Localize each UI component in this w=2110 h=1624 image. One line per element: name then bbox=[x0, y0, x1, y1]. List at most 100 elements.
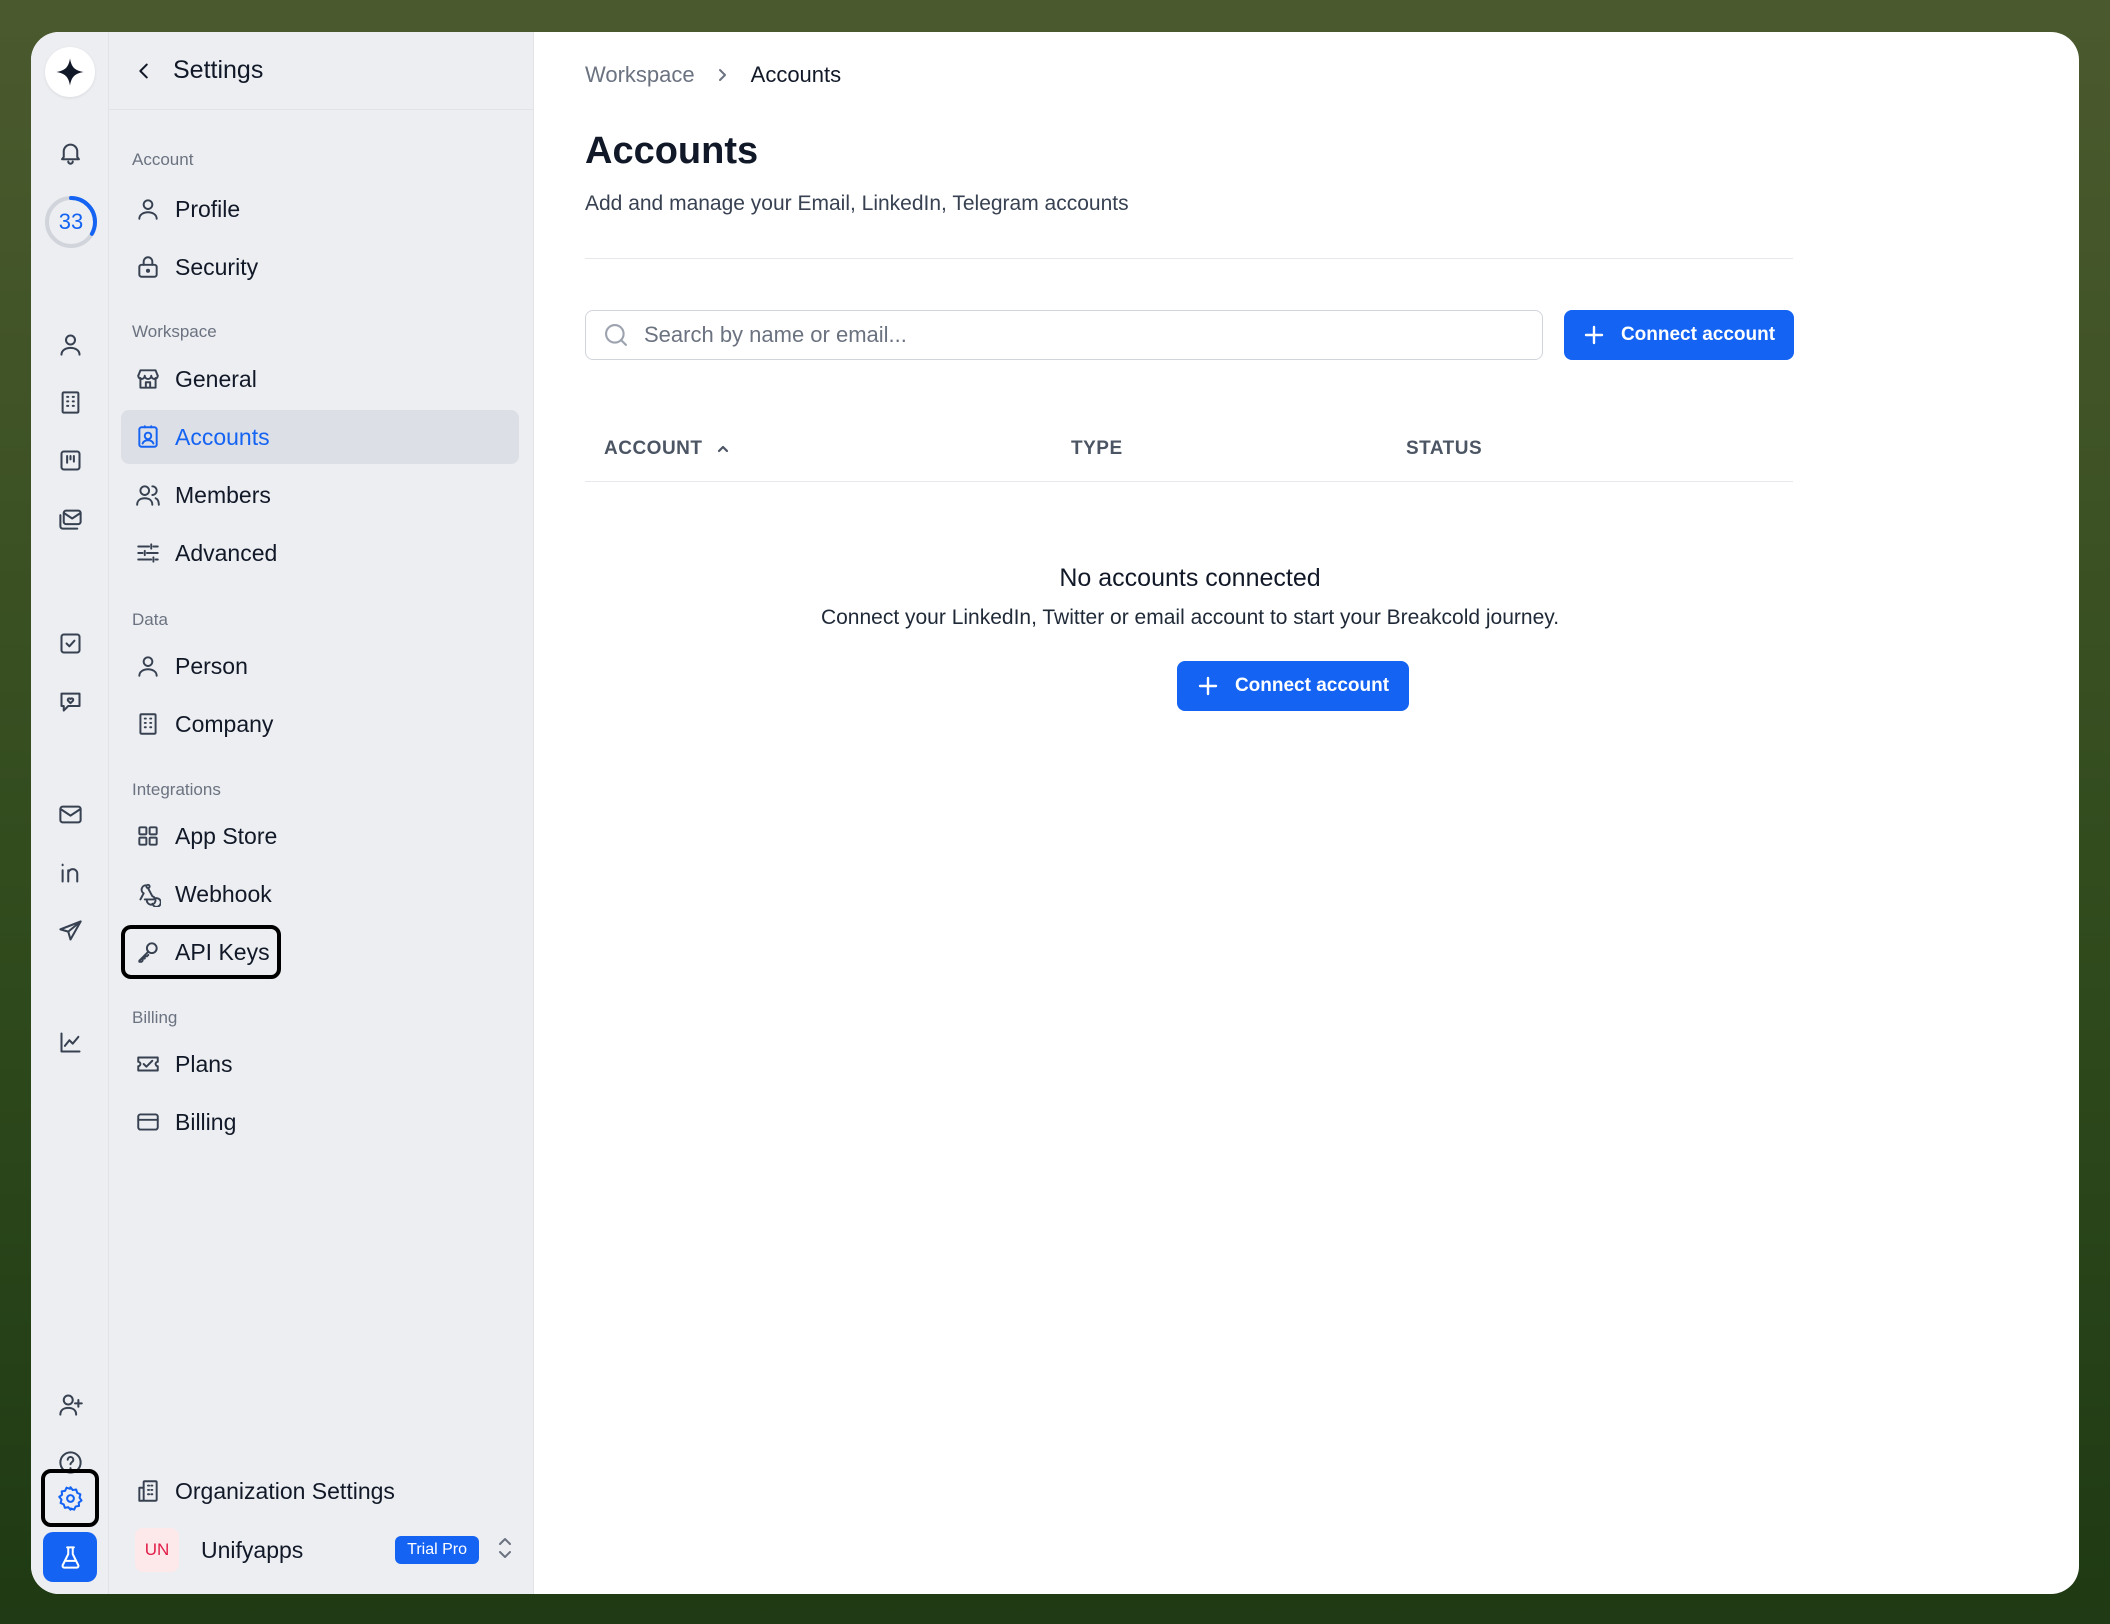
sidebar-item-profile[interactable]: Profile bbox=[121, 182, 519, 236]
person-icon bbox=[138, 199, 158, 220]
sliders-icon bbox=[137, 543, 159, 563]
progress-ring[interactable]: 33 bbox=[43, 194, 99, 250]
plan-badge: Trial Pro bbox=[395, 1536, 479, 1564]
sidebar-item-billing[interactable]: Billing bbox=[121, 1095, 519, 1149]
search-box[interactable] bbox=[585, 310, 1543, 360]
breadcrumb-workspace[interactable]: Workspace bbox=[585, 62, 695, 88]
workspace-name: Unifyapps bbox=[201, 1536, 304, 1563]
workspace-switcher[interactable]: UN Unifyapps Trial Pro bbox=[135, 1522, 515, 1578]
sidebar-item-company[interactable]: Company bbox=[121, 697, 519, 751]
column-header-type[interactable]: TYPE bbox=[1071, 438, 1123, 460]
sidebar-item-webhook[interactable]: Webhook bbox=[121, 867, 519, 921]
table-header: ACCOUNT TYPE STATUS bbox=[585, 422, 1793, 482]
office-building-icon bbox=[138, 1480, 158, 1502]
breadcrumb-current: Accounts bbox=[750, 62, 842, 87]
sidebar-item-label: Webhook bbox=[175, 880, 272, 907]
sidebar-item-label: App Store bbox=[175, 822, 278, 849]
sidebar-item-label: Members bbox=[175, 481, 271, 508]
building-icon bbox=[139, 713, 157, 735]
building-icon[interactable] bbox=[48, 380, 92, 424]
ticket-icon bbox=[137, 1056, 159, 1072]
section-label-data: Data bbox=[132, 610, 168, 629]
sidebar-item-plans[interactable]: Plans bbox=[121, 1037, 519, 1091]
connect-account-label: Connect account bbox=[1620, 324, 1776, 345]
credit-card-icon bbox=[137, 1113, 159, 1131]
add-user-icon[interactable] bbox=[48, 1382, 92, 1426]
back-chevron-icon[interactable] bbox=[127, 54, 161, 88]
page-title: Accounts bbox=[585, 130, 759, 172]
sort-asc-icon bbox=[717, 445, 728, 453]
sidebar-item-label: Profile bbox=[175, 195, 241, 222]
icon-rail: 33 bbox=[31, 32, 109, 1594]
divider bbox=[585, 258, 1793, 259]
column-header-account[interactable]: ACCOUNT bbox=[604, 438, 731, 460]
linkedin-icon[interactable] bbox=[48, 850, 92, 894]
settings-sidebar: Settings Account Profile Security Worksp… bbox=[109, 32, 534, 1594]
sidebar-item-label: Company bbox=[175, 710, 274, 737]
column-label: TYPE bbox=[1071, 438, 1123, 459]
telegram-icon[interactable] bbox=[48, 908, 92, 952]
column-label: STATUS bbox=[1406, 438, 1483, 459]
person-icon bbox=[138, 656, 158, 677]
webhook-icon bbox=[139, 883, 161, 907]
sidebar-header: Settings bbox=[109, 32, 533, 110]
person-icon[interactable] bbox=[48, 322, 92, 366]
connect-account-label: Connect account bbox=[1234, 675, 1390, 696]
sidebar-item-general[interactable]: General bbox=[121, 352, 519, 406]
sidebar-item-accounts[interactable]: Accounts bbox=[121, 410, 519, 464]
flask-icon[interactable] bbox=[43, 1532, 97, 1582]
plus-icon bbox=[1198, 676, 1218, 696]
sidebar-item-label: Security bbox=[175, 253, 259, 280]
organization-settings-link[interactable]: Organization Settings bbox=[121, 1464, 395, 1518]
search-input[interactable] bbox=[644, 322, 1504, 348]
column-header-status[interactable]: STATUS bbox=[1406, 438, 1482, 460]
store-icon bbox=[137, 369, 159, 389]
task-check-icon[interactable] bbox=[48, 621, 92, 665]
sidebar-item-label: General bbox=[175, 365, 257, 392]
sparkle-logo-icon[interactable] bbox=[45, 47, 95, 97]
chevron-up-down-icon[interactable] bbox=[495, 1535, 515, 1566]
empty-state-title: No accounts connected bbox=[1059, 564, 1321, 592]
contact-card-icon bbox=[138, 425, 158, 448]
users-icon bbox=[136, 485, 160, 506]
sidebar-item-api-keys[interactable]: API Keys bbox=[121, 925, 281, 979]
empty-state-description: Connect your LinkedIn, Twitter or email … bbox=[820, 606, 1560, 629]
sidebar-item-label: Accounts bbox=[175, 423, 270, 450]
organization-settings-label: Organization Settings bbox=[175, 1477, 395, 1504]
sidebar-title: Settings bbox=[173, 56, 264, 84]
sidebar-item-security[interactable]: Security bbox=[121, 240, 519, 294]
sidebar-item-advanced[interactable]: Advanced bbox=[121, 526, 519, 580]
page-subtitle: Add and manage your Email, LinkedIn, Tel… bbox=[585, 192, 1129, 215]
mail-icon[interactable] bbox=[48, 792, 92, 836]
section-label-account: Account bbox=[132, 150, 194, 169]
section-label-integrations: Integrations bbox=[132, 780, 221, 799]
bell-icon[interactable] bbox=[48, 130, 92, 174]
grid-icon bbox=[138, 826, 158, 846]
connect-account-button[interactable]: Connect account bbox=[1564, 310, 1794, 360]
key-icon bbox=[138, 942, 158, 963]
sidebar-item-members[interactable]: Members bbox=[121, 468, 519, 522]
sidebar-item-label: Plans bbox=[175, 1050, 233, 1077]
breadcrumb: Workspace Accounts bbox=[585, 60, 841, 90]
sidebar-item-app-store[interactable]: App Store bbox=[121, 809, 519, 863]
chat-heart-icon[interactable] bbox=[48, 679, 92, 723]
chevron-right-icon bbox=[715, 67, 731, 83]
main-content: Workspace Accounts Accounts Add and mana… bbox=[534, 32, 2079, 1594]
sidebar-item-person[interactable]: Person bbox=[121, 639, 519, 693]
avatar: UN bbox=[135, 1528, 179, 1572]
section-label-workspace: Workspace bbox=[132, 322, 217, 341]
lock-icon bbox=[138, 256, 158, 278]
app-window: 33 Settings Account Profile Security Wor… bbox=[31, 32, 2079, 1594]
empty-connect-account-button[interactable]: Connect account bbox=[1177, 661, 1409, 711]
sidebar-item-label: Advanced bbox=[175, 539, 278, 566]
section-label-billing: Billing bbox=[132, 1008, 178, 1027]
sidebar-item-label: Person bbox=[175, 652, 248, 679]
search-icon bbox=[605, 324, 627, 346]
chart-line-icon[interactable] bbox=[48, 1020, 92, 1064]
column-label: ACCOUNT bbox=[604, 438, 703, 459]
sidebar-item-label: API Keys bbox=[175, 938, 270, 965]
inbox-stack-icon[interactable] bbox=[48, 496, 92, 540]
settings-gear-icon[interactable] bbox=[41, 1469, 99, 1527]
kanban-icon[interactable] bbox=[48, 438, 92, 482]
plus-icon bbox=[1584, 325, 1604, 345]
